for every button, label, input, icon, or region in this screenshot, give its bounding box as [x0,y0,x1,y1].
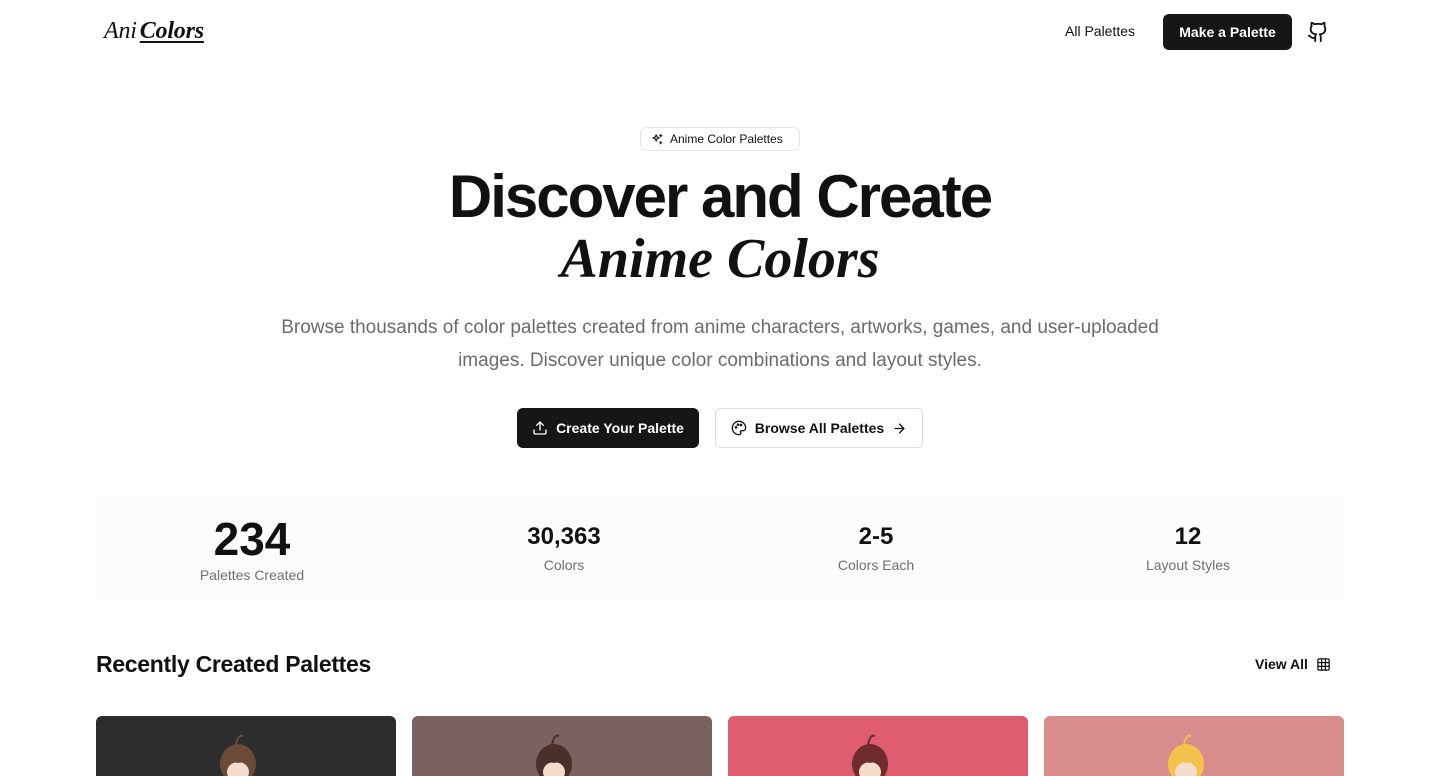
hero-subtitle: Browse thousands of color palettes creat… [281,317,1159,371]
logo-text-ani: Ani [104,18,137,44]
view-all-link[interactable]: View All [1255,656,1331,672]
stat-value: 12 [1174,523,1202,550]
stat-label: Colors [543,557,585,573]
palette-card[interactable] [728,716,1028,776]
character-thumbnail [536,734,572,776]
character-thumbnail [1168,734,1204,776]
stat-layout-styles: 12 Layout Styles [1032,496,1344,600]
palette-card[interactable] [412,716,712,776]
palette-cards [96,716,1344,776]
stats-bar: 234 Palettes Created 30,363 Colors 2-5 C… [96,496,1344,600]
hero-badge: Anime Color Palettes [640,127,800,151]
stat-value: 234 [213,513,291,565]
sparkles-icon [652,133,663,144]
logo-text-colors: Colors [139,18,204,44]
hero-title-line1: Discover and Create [448,163,993,230]
site-logo[interactable]: Ani Colors [104,18,204,45]
stat-palettes-created: 234 Palettes Created [96,496,408,600]
palette-icon [731,420,747,436]
stat-label: Colors Each [837,557,915,573]
character-hair-tuft [235,734,244,746]
character-thumbnail [220,734,256,776]
make-palette-button[interactable]: Make a Palette [1163,14,1292,50]
stat-colors: 30,363 Colors [408,496,720,600]
site-header: Ani Colors All Palettes Make a Palette [0,0,1440,64]
stat-label: Palettes Created [199,567,305,583]
stat-label: Layout Styles [1145,557,1231,573]
character-hair-tuft [551,734,560,746]
github-link[interactable] [1305,19,1331,45]
character-hair-tuft [1183,734,1192,746]
hero-title-line2: Anime Colors [560,228,880,290]
recent-palettes-title: Recently Created Palettes [96,651,372,677]
browse-palettes-label: Browse All Palettes [754,420,885,436]
upload-icon [533,421,547,435]
nav-all-palettes[interactable]: All Palettes [1065,23,1135,39]
grid-icon [1317,657,1330,671]
character-thumbnail [852,734,888,776]
stat-value: 2-5 [858,523,894,550]
stat-value: 30,363 [527,523,601,550]
stat-colors-each: 2-5 Colors Each [720,496,1032,600]
browse-palettes-button[interactable]: Browse All Palettes [715,408,923,448]
create-palette-label: Create Your Palette [556,420,684,436]
arrow-right-icon [894,423,905,433]
github-icon [1307,21,1327,43]
hero-badge-label: Anime Color Palettes [670,132,783,146]
create-palette-button[interactable]: Create Your Palette [517,408,699,448]
character-hair-tuft [867,734,876,746]
palette-card[interactable] [96,716,396,776]
view-all-label: View All [1255,656,1308,672]
palette-card[interactable] [1044,716,1344,776]
